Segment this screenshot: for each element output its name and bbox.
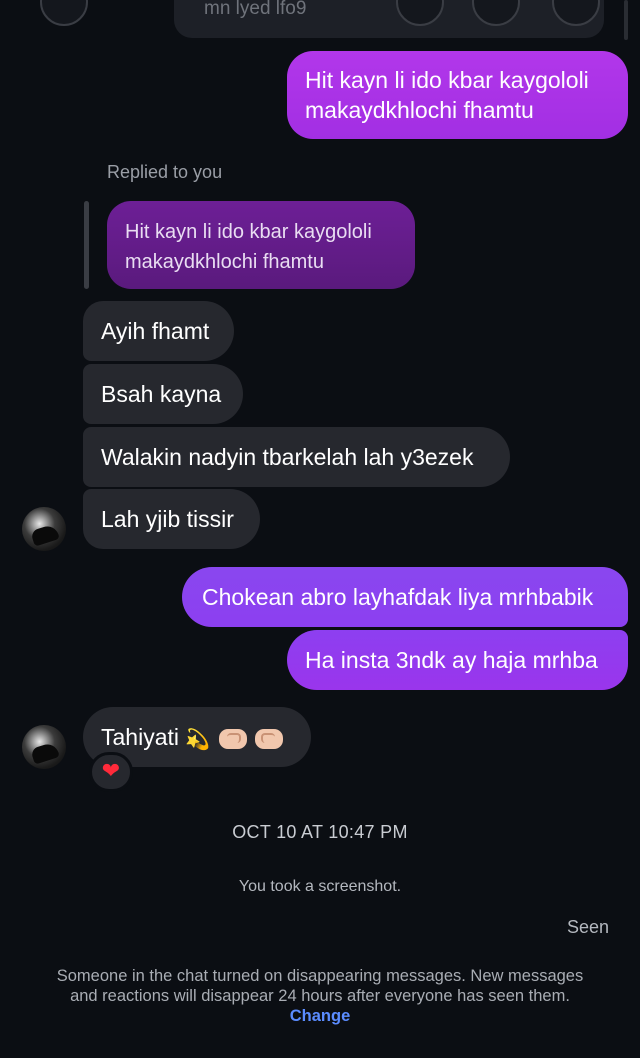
received-message[interactable]: Ayih fhamt: [83, 301, 234, 361]
disappearing-messages-notice: Someone in the chat turned on disappeari…: [0, 966, 640, 1026]
sent-message[interactable]: Hit kayn li ido kbar kaygololi makaydkhl…: [287, 51, 628, 139]
message-text: Bsah kayna: [101, 381, 222, 407]
story-circle-icon: [40, 0, 88, 26]
scrollbar[interactable]: [624, 0, 628, 40]
sender-avatar[interactable]: [22, 725, 66, 769]
seen-status: Seen: [566, 917, 609, 937]
message-text: Ayih fhamt: [101, 318, 210, 344]
received-message[interactable]: Lah yjib tissir: [83, 489, 260, 549]
message-text: Hit kayn li ido kbar kaygololi makaydkhl…: [305, 67, 589, 123]
quoted-text: Hit kayn li ido kbar kaygololi makaydkhl…: [125, 221, 372, 273]
fist-bump-emoji-icon: [218, 728, 247, 749]
heart-icon: ❤: [101, 759, 121, 784]
received-message[interactable]: Bsah kayna: [83, 364, 243, 424]
quoted-message[interactable]: Hit kayn li ido kbar kaygololi makaydkhl…: [107, 201, 415, 289]
message-text: Walakin nadyin tbarkelah lah y3ezek: [101, 444, 474, 470]
screenshot-notice: You took a screenshot.: [238, 878, 402, 895]
change-link[interactable]: Change: [290, 1007, 351, 1025]
message-timestamp: OCT 10 AT 10:47 PM: [232, 822, 408, 842]
reply-label: Replied to you: [107, 162, 223, 182]
reply-indicator-bar: [84, 201, 89, 289]
message-text: Tahiyati: [101, 724, 179, 750]
sent-message[interactable]: Ha insta 3ndk ay haja mrhba: [287, 630, 628, 690]
message-text: Chokean abro layhafdak liya mrhbabik: [202, 584, 594, 610]
reaction-badge[interactable]: ❤: [89, 752, 133, 792]
sent-message[interactable]: Chokean abro layhafdak liya mrhbabik: [182, 567, 628, 627]
message-text: Lah yjib tissir: [101, 506, 234, 532]
received-message[interactable]: Walakin nadyin tbarkelah lah y3ezek: [83, 427, 510, 487]
sender-avatar[interactable]: [22, 507, 66, 551]
dizzy-emoji-icon: 💫: [185, 726, 211, 751]
shared-post-caption: mn lyed lfo9: [204, 0, 307, 19]
fist-bump-emoji-icon: [255, 728, 284, 749]
message-text: Ha insta 3ndk ay haja mrhba: [305, 647, 598, 673]
notice-text: Someone in the chat turned on disappeari…: [56, 967, 584, 1005]
shared-post-card[interactable]: mn lyed lfo9: [174, 0, 604, 38]
